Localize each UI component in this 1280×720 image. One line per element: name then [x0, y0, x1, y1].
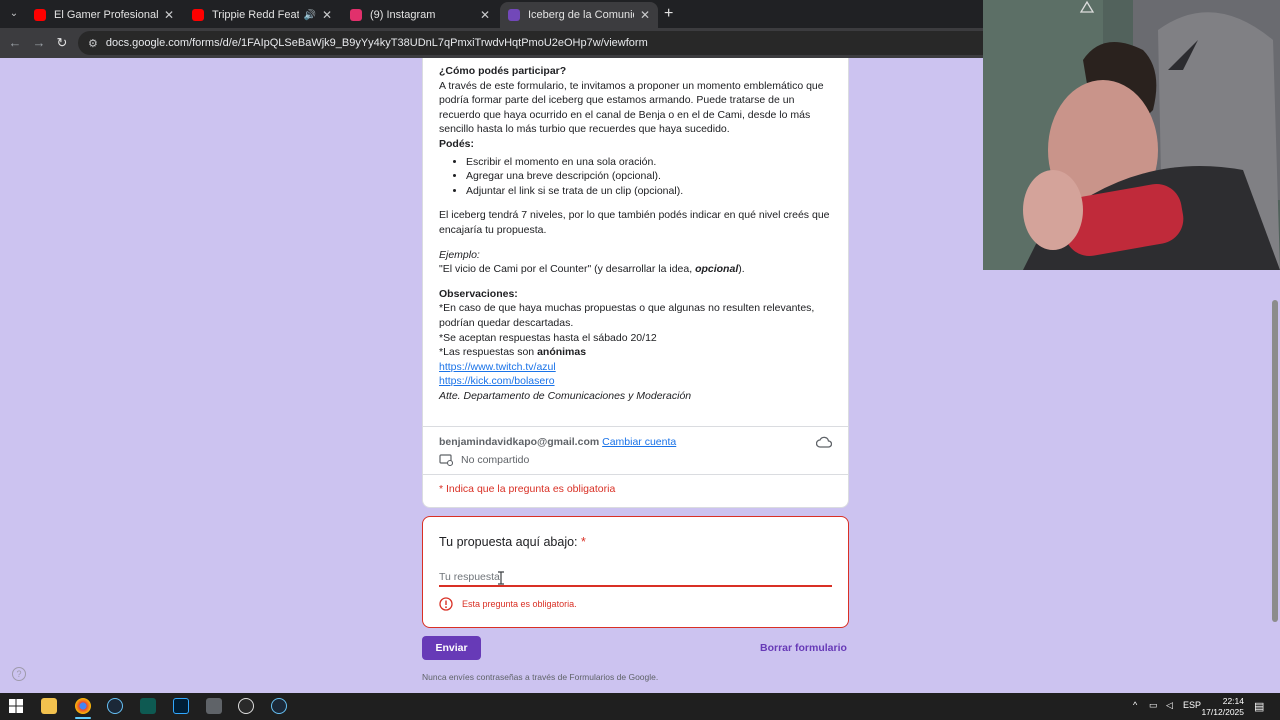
steam-icon[interactable]: [271, 698, 287, 714]
url-text: docs.google.com/forms/d/e/1FAIpQLSeBaWjk…: [105, 37, 648, 49]
back-arrow-icon[interactable]: ←: [6, 34, 24, 52]
photoshop-icon[interactable]: [173, 698, 189, 714]
example-end: ).: [738, 263, 745, 276]
tab-title: Trippie Redd Feat. Tadoe &: [212, 9, 300, 21]
example-label: Ejemplo:: [439, 248, 480, 261]
show-hidden-icons-chevron-icon[interactable]: ^: [1133, 700, 1137, 710]
speedometer-app-icon[interactable]: [238, 698, 254, 714]
form-description-card: ¿Cómo podés participar? A través de este…: [422, 58, 849, 508]
help-icon[interactable]: ?: [12, 667, 26, 681]
scrollbar-thumb[interactable]: [1272, 300, 1278, 622]
volume-icon[interactable]: ◁: [1166, 700, 1173, 711]
clock-time: 22:14: [1222, 696, 1244, 706]
error-text: Esta pregunta es obligatoria.: [462, 599, 577, 609]
address-bar[interactable]: ⚙ docs.google.com/forms/d/e/1FAIpQLSeBaW…: [78, 31, 1058, 55]
windows-start-icon[interactable]: [8, 698, 24, 714]
tab-youtube-trippie[interactable]: Trippie Redd Feat. Tadoe & 🔊 ✕: [184, 2, 340, 28]
tab-title: (9) Instagram: [370, 9, 436, 21]
tab-title: Iceberg de la Comunidad - Ofic: [528, 9, 634, 21]
close-tab-icon[interactable]: ✕: [640, 8, 650, 22]
kick-link[interactable]: https://kick.com/bolasero: [439, 375, 555, 387]
observation-1: *En caso de que haya muchas propuestas o…: [439, 302, 815, 329]
file-explorer-icon[interactable]: [41, 698, 57, 714]
forward-arrow-icon[interactable]: →: [30, 34, 48, 52]
tab-search-chevron-icon[interactable]: ⌄: [4, 4, 24, 24]
close-tab-icon[interactable]: ✕: [480, 8, 490, 22]
notifications-icon[interactable]: ▤: [1254, 700, 1264, 713]
list-item: Adjuntar el link si se trata de un clip …: [466, 184, 832, 199]
validation-error: Esta pregunta es obligatoria.: [439, 597, 577, 611]
can-list: Escribir el momento en una sola oración.…: [466, 155, 832, 199]
youtube-icon: [192, 9, 204, 21]
error-icon: [439, 597, 453, 611]
webcam-person-image: [983, 0, 1280, 270]
close-tab-icon[interactable]: ✕: [322, 8, 332, 22]
account-row: benjamindavidkapo@gmail.com Cambiar cuen…: [439, 436, 676, 448]
not-shared-label: No compartido: [461, 454, 530, 466]
tab-iceberg-form[interactable]: Iceberg de la Comunidad - Ofic ✕: [500, 2, 658, 28]
webcam-overlay: [983, 0, 1280, 270]
question-card: Tu propuesta aquí abajo: * Esta pregunta…: [422, 516, 849, 628]
speaker-icon[interactable]: 🔊: [303, 10, 315, 21]
form-description: ¿Cómo podés participar? A través de este…: [423, 58, 848, 403]
divider: [423, 474, 848, 475]
windows-taskbar: ^ ▭ ◁ ESP 22:14 17/12/2025 ▤: [0, 693, 1280, 720]
can-heading: Podés:: [439, 137, 475, 150]
example-line: "El vicio de Cami por el Counter" (y des…: [439, 262, 832, 277]
intro-text: A través de este formulario, te invitamo…: [439, 79, 824, 136]
steam-icon[interactable]: [107, 698, 123, 714]
required-star: *: [581, 535, 586, 549]
tab-instagram[interactable]: (9) Instagram ✕: [342, 2, 498, 28]
tab-youtube-gamer[interactable]: El Gamer Profesional Que Hizo ✕: [26, 2, 182, 28]
twitch-link[interactable]: https://www.twitch.tv/azul: [439, 361, 556, 373]
not-shared-icon: [439, 454, 453, 466]
required-note: * Indica que la pregunta es obligatoria: [439, 483, 616, 495]
new-tab-button[interactable]: +: [664, 5, 673, 23]
footer-note: Nunca envíes contraseñas a través de For…: [422, 672, 659, 682]
text-cursor-icon: [498, 571, 504, 585]
observations-heading: Observaciones:: [439, 287, 518, 300]
chrome-icon[interactable]: [75, 698, 91, 714]
example-optional: opcional: [695, 263, 739, 276]
observation-2: *Se aceptan respuestas hasta el sábado 2…: [439, 331, 657, 344]
clock-date: 17/12/2025: [1201, 707, 1244, 717]
close-tab-icon[interactable]: ✕: [164, 8, 174, 22]
switch-account-link[interactable]: Cambiar cuenta: [602, 436, 676, 448]
levels-text: El iceberg tendrá 7 niveles, por lo que …: [439, 209, 830, 236]
observation-3: *Las respuestas son anónimas: [439, 345, 832, 360]
observation-3-prefix: *Las respuestas son: [439, 346, 538, 359]
youtube-icon: [34, 9, 46, 21]
google-forms-icon: [508, 9, 520, 21]
observation-3-bold: anónimas: [537, 346, 587, 359]
list-item: Agregar una breve descripción (opcional)…: [466, 169, 832, 184]
question-title: Tu propuesta aquí abajo: *: [439, 535, 586, 549]
reload-icon[interactable]: ↻: [53, 34, 71, 52]
terminal-icon[interactable]: [140, 698, 156, 714]
clear-form-button[interactable]: Borrar formulario: [760, 642, 847, 654]
divider: [423, 426, 848, 427]
submit-button[interactable]: Enviar: [422, 636, 481, 660]
system-clock[interactable]: 22:14 17/12/2025: [1196, 696, 1244, 718]
not-shared-row: No compartido: [439, 454, 529, 466]
how-heading: ¿Cómo podés participar?: [439, 65, 567, 77]
signature: Atte. Departamento de Comunicaciones y M…: [439, 389, 692, 402]
network-icon[interactable]: ▭: [1149, 700, 1158, 711]
active-app-indicator: [75, 717, 91, 719]
calculator-icon[interactable]: [206, 698, 222, 714]
list-item: Escribir el momento en una sola oración.: [466, 155, 832, 170]
account-email: benjamindavidkapo@gmail.com: [439, 436, 600, 448]
cloud-saved-icon: [816, 436, 832, 448]
tab-title: El Gamer Profesional Que Hizo: [54, 9, 158, 21]
question-title-text: Tu propuesta aquí abajo:: [439, 535, 578, 549]
instagram-icon: [350, 9, 362, 21]
site-settings-icon[interactable]: ⚙: [88, 37, 98, 50]
example-text: "El vicio de Cami por el Counter" (y des…: [439, 263, 696, 276]
